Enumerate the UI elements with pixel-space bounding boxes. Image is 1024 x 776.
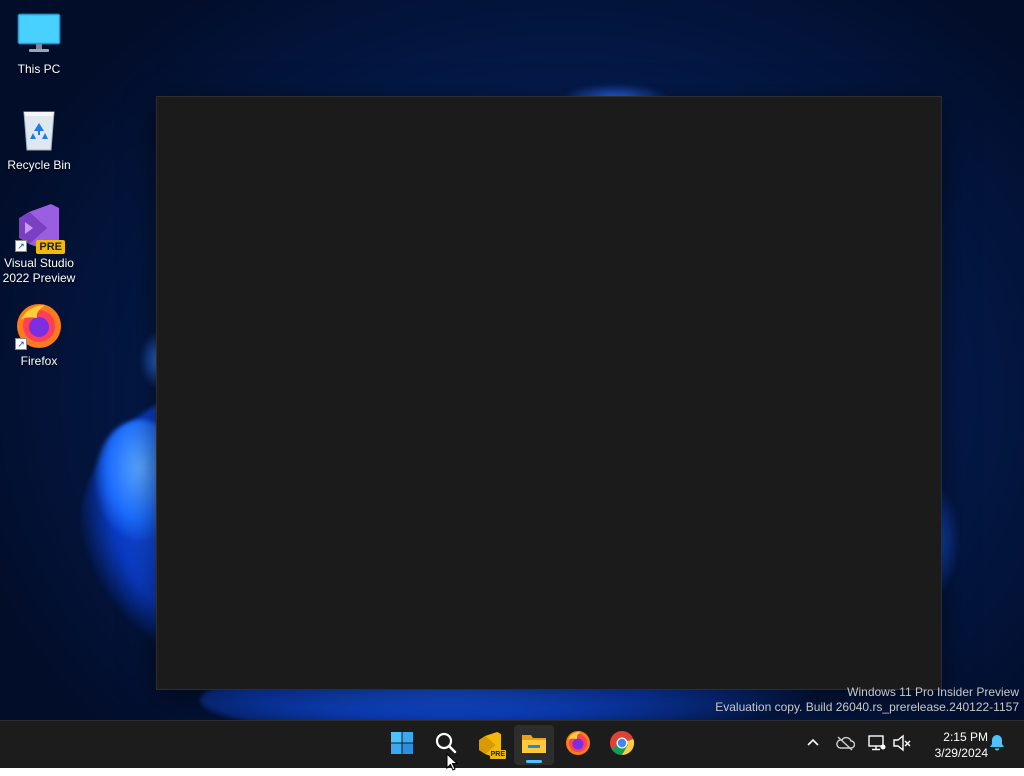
network-status-button[interactable]	[865, 733, 889, 757]
onedrive-offline-icon	[835, 735, 856, 756]
firefox-icon: ↗	[15, 302, 63, 350]
onedrive-status-button[interactable]	[833, 733, 857, 757]
desktop-icon-this-pc[interactable]: This PC	[2, 10, 76, 77]
chrome-icon	[609, 730, 635, 761]
volume-muted-icon	[892, 734, 912, 757]
recycle-bin-icon	[15, 106, 63, 154]
notification-bell-icon	[989, 734, 1005, 757]
watermark-edition: Windows 11 Pro Insider Preview	[847, 685, 1019, 699]
desktop-icon-label: Recycle Bin	[7, 158, 71, 172]
clock-date: 3/29/2024	[934, 746, 988, 760]
firefox-icon	[565, 730, 591, 761]
start-button[interactable]	[382, 725, 422, 765]
desktop-icon-label: Visual Studio 2022 Preview	[2, 256, 76, 285]
taskbar: PRE 2:15 PM 3/29/2024	[0, 720, 1024, 768]
desktop-icon-firefox[interactable]: ↗ Firefox	[2, 302, 76, 369]
desktop-icon-label: This PC	[17, 62, 61, 76]
active-app-indicator	[526, 760, 542, 763]
volume-button[interactable]	[890, 733, 914, 757]
pre-badge: PRE	[36, 240, 65, 254]
show-hidden-icons-button[interactable]	[801, 733, 825, 757]
clock-button[interactable]: 2:15 PM 3/29/2024	[918, 729, 988, 761]
desktop-icon-label: Firefox	[20, 354, 58, 368]
windows-logo-icon	[390, 731, 414, 760]
watermark-build: Evaluation copy. Build 26040.rs_prerelea…	[715, 700, 1019, 714]
mouse-cursor-icon	[446, 752, 460, 771]
visual-studio-preview-icon: PRE ↗	[15, 204, 65, 254]
desktop-icon-visual-studio-preview[interactable]: PRE ↗ Visual Studio 2022 Preview	[2, 204, 76, 286]
taskbar-firefox[interactable]	[558, 725, 598, 765]
app-window-blank[interactable]	[156, 96, 942, 690]
monitor-icon	[15, 10, 63, 58]
taskbar-file-explorer[interactable]	[514, 725, 554, 765]
desktop: This PC Recycle Bin PRE ↗ Visual Studio …	[0, 0, 1024, 720]
visual-studio-preview-icon: PRE	[477, 732, 506, 759]
folder-icon	[521, 731, 547, 760]
pre-badge: PRE	[489, 750, 506, 759]
evaluation-watermark: Windows 11 Pro Insider Preview Evaluatio…	[715, 685, 1019, 715]
taskbar-visual-studio-preview[interactable]: PRE	[470, 725, 510, 765]
clock-time: 2:15 PM	[943, 730, 988, 744]
network-icon	[867, 734, 887, 757]
taskbar-chrome[interactable]	[602, 725, 642, 765]
notification-center-button[interactable]	[985, 733, 1009, 757]
shortcut-arrow-icon: ↗	[15, 240, 27, 252]
chevron-up-icon	[806, 736, 820, 755]
desktop-icon-recycle-bin[interactable]: Recycle Bin	[2, 106, 76, 173]
shortcut-arrow-icon: ↗	[15, 338, 27, 350]
